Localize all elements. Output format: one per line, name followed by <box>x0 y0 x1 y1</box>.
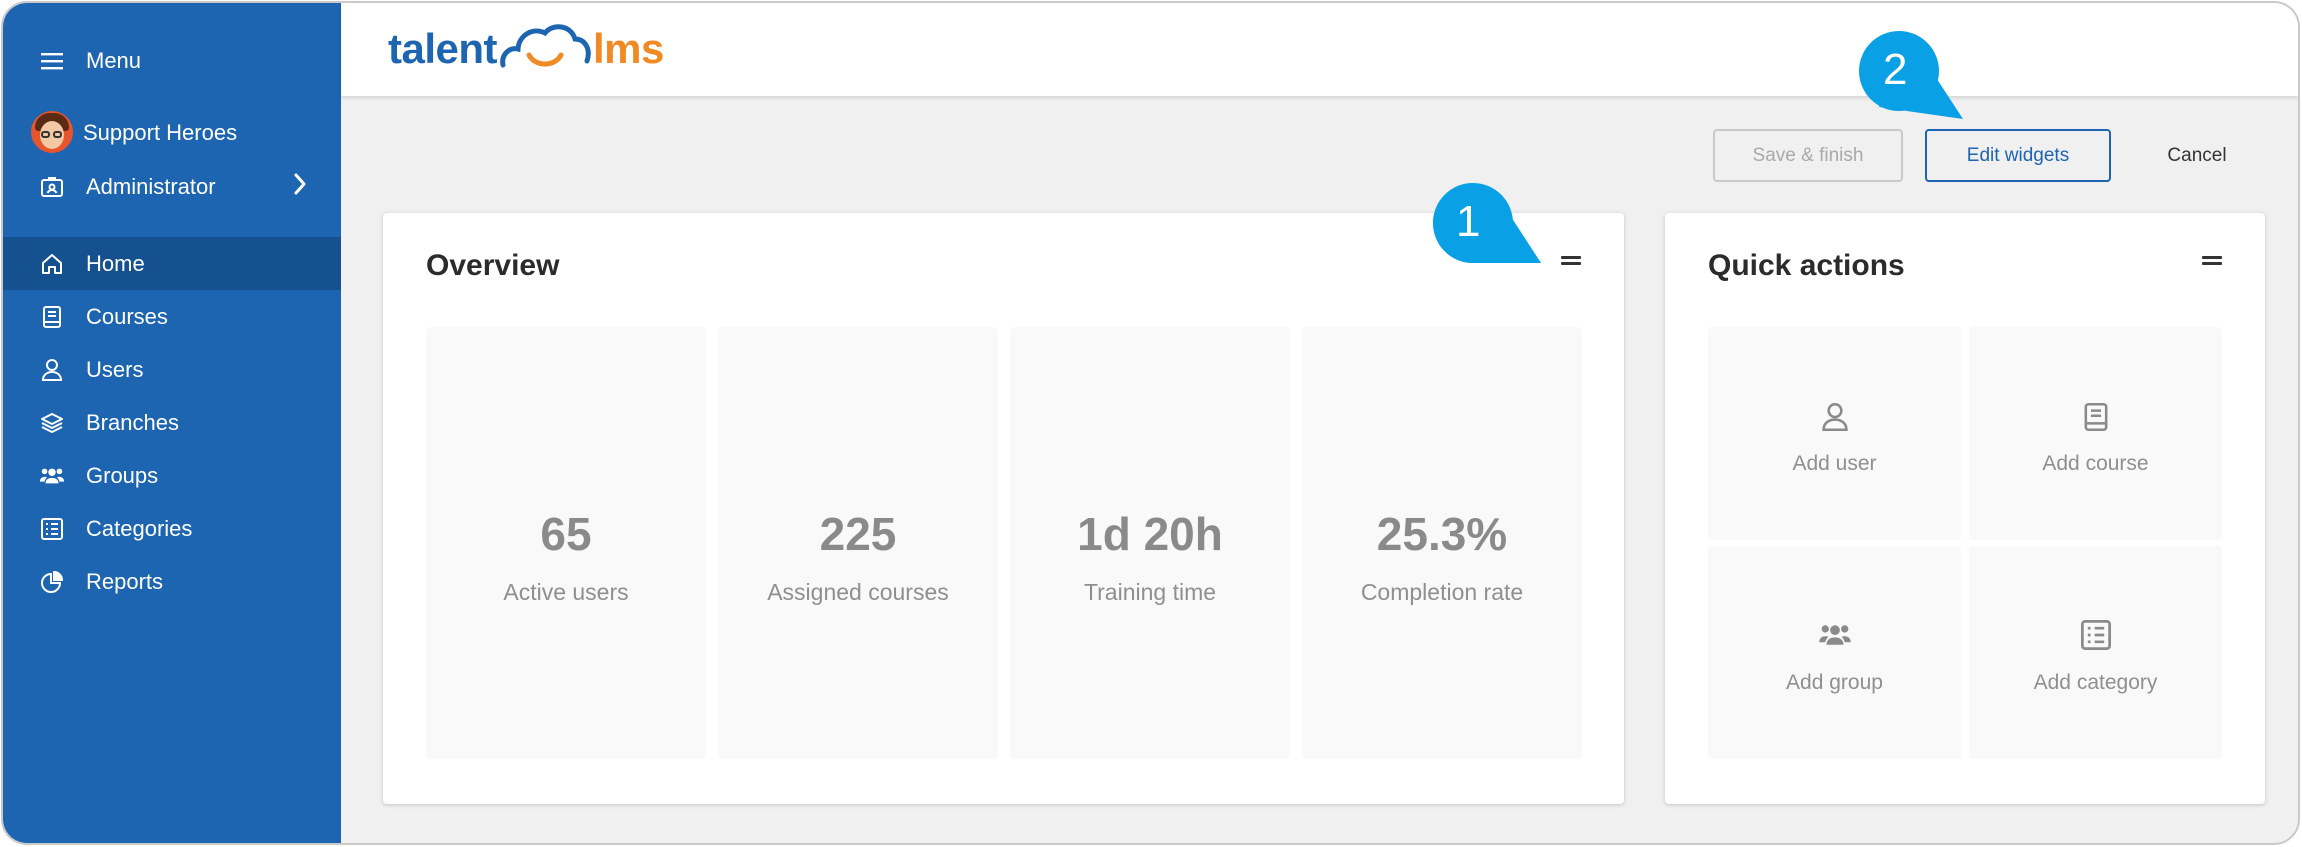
user-icon <box>39 357 65 383</box>
sidebar-item-label: Categories <box>86 515 193 541</box>
menu-label: Menu <box>86 47 142 73</box>
org-name: Support Heroes <box>83 119 238 145</box>
sidebar-item-label: Groups <box>86 462 159 488</box>
sidebar-item-reports[interactable]: Reports <box>3 555 341 608</box>
group-icon <box>1708 620 1961 650</box>
add-group-button[interactable]: Add group <box>1708 546 1961 759</box>
add-category-button[interactable]: Add category <box>1969 546 2222 759</box>
list-icon <box>39 516 65 542</box>
overview-title: Overview <box>426 249 560 282</box>
stat-completion-rate: 25.3% Completion rate <box>1302 327 1582 759</box>
add-user-button[interactable]: Add user <box>1708 327 1961 540</box>
sidebar-item-label: Courses <box>86 303 168 329</box>
menu-toggle[interactable]: Menu <box>3 34 341 87</box>
sidebar-item-label: Reports <box>86 568 164 594</box>
callout-marker-1: 1 <box>1433 181 1583 276</box>
stat-label: Active users <box>503 579 629 605</box>
app-window: Menu Support Heroes Administrator Home C… <box>1 1 2300 845</box>
callout-number: 1 <box>1456 197 1481 246</box>
pie-chart-icon <box>39 569 65 595</box>
book-icon <box>39 304 65 330</box>
quick-actions-widget: Quick actions Add user Add course Add gr… <box>1665 213 2265 804</box>
add-course-label: Add course <box>2042 452 2149 475</box>
overview-widget: Overview 65 Active users 225 Assigned co… <box>383 213 1624 804</box>
user-icon <box>1708 401 1961 433</box>
chevron-right-icon <box>293 173 307 201</box>
callout-number: 2 <box>1883 45 1908 94</box>
book-icon <box>1969 401 2222 433</box>
stat-value: 65 <box>540 508 592 560</box>
stat-value: 1d 20h <box>1077 508 1223 560</box>
sidebar-item-label: Branches <box>86 409 179 435</box>
top-header: talent lms <box>341 3 2298 96</box>
quick-actions-title: Quick actions <box>1708 249 1905 282</box>
edit-widgets-button[interactable]: Edit widgets <box>1925 129 2111 182</box>
save-finish-button[interactable]: Save & finish <box>1713 129 1903 182</box>
group-icon <box>39 463 65 489</box>
hamburger-icon <box>39 48 65 74</box>
cloud-smile-icon <box>499 21 591 77</box>
stat-active-users: 65 Active users <box>426 327 706 759</box>
cancel-button[interactable]: Cancel <box>2151 129 2243 182</box>
list-icon <box>1969 620 2222 650</box>
avatar <box>31 111 73 153</box>
id-badge-icon <box>39 174 65 200</box>
add-course-button[interactable]: Add course <box>1969 327 2222 540</box>
home-icon <box>39 251 65 277</box>
logo-text-right: lms <box>593 25 664 72</box>
stat-value: 25.3% <box>1376 508 1508 560</box>
stat-label: Assigned courses <box>767 579 949 605</box>
stat-value: 225 <box>819 508 897 560</box>
sidebar: Menu Support Heroes Administrator Home C… <box>3 3 341 843</box>
sidebar-item-branches[interactable]: Branches <box>3 396 341 449</box>
role-switcher[interactable]: Administrator <box>3 160 341 213</box>
sidebar-item-label: Home <box>86 250 145 276</box>
sidebar-item-home[interactable]: Home <box>3 237 341 290</box>
layers-icon <box>39 410 65 436</box>
sidebar-item-label: Users <box>86 356 144 382</box>
callout-marker-2: 2 <box>1859 31 1969 128</box>
stat-label: Training time <box>1083 579 1217 605</box>
logo-text-left: talent <box>388 25 498 72</box>
drag-handle-icon[interactable] <box>2202 256 2222 266</box>
add-category-label: Add category <box>2033 671 2158 694</box>
stat-training-time: 1d 20h Training time <box>1010 327 1290 759</box>
talentlms-logo[interactable]: talent lms <box>388 19 664 79</box>
org-switcher[interactable]: Support Heroes <box>3 106 341 159</box>
role-label: Administrator <box>86 173 216 199</box>
add-user-label: Add user <box>1792 452 1877 475</box>
sidebar-item-users[interactable]: Users <box>3 343 341 396</box>
add-group-label: Add group <box>1786 671 1883 694</box>
stat-label: Completion rate <box>1360 579 1524 605</box>
sidebar-item-courses[interactable]: Courses <box>3 290 341 343</box>
stat-assigned-courses: 225 Assigned courses <box>718 327 998 759</box>
sidebar-item-categories[interactable]: Categories <box>3 502 341 555</box>
sidebar-item-groups[interactable]: Groups <box>3 449 341 502</box>
